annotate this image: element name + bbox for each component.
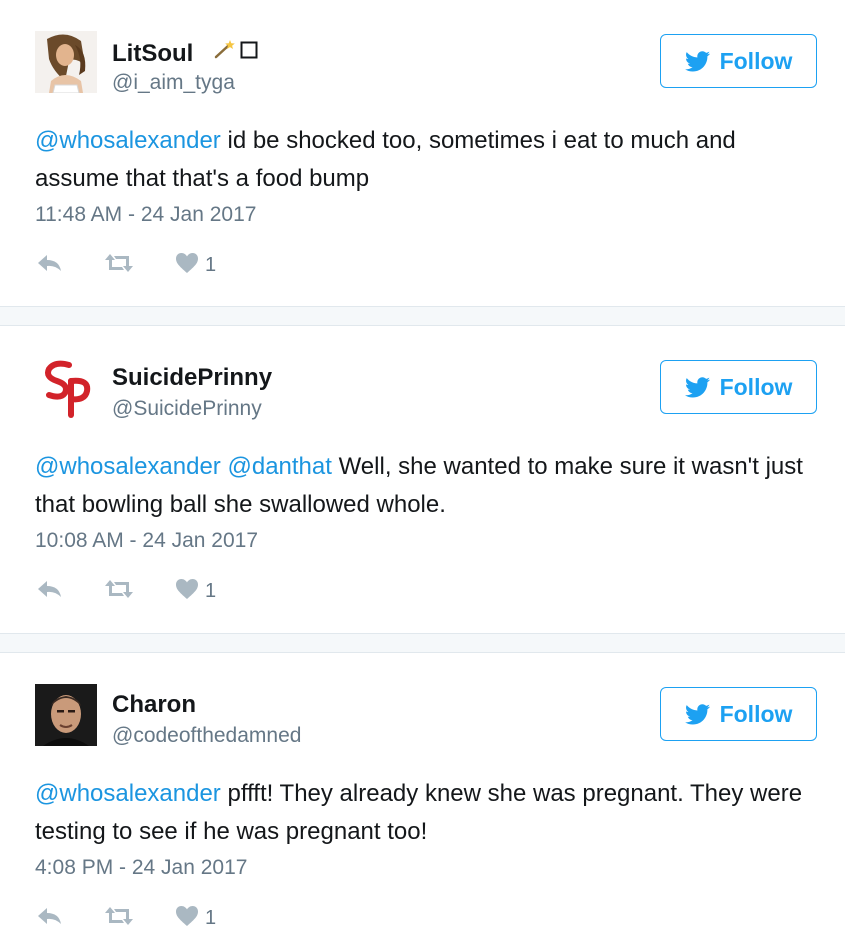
tweet-card: Charon @codeofthedamned Follow @whosalex… [0, 652, 845, 952]
timestamp[interactable]: 10:08 AM - 24 Jan 2017 [35, 528, 258, 554]
handle[interactable]: @i_aim_tyga [112, 70, 235, 96]
follow-label: Follow [719, 47, 793, 74]
retweet-button[interactable] [103, 905, 135, 932]
display-name[interactable]: Charon [112, 691, 196, 719]
like-button[interactable]: 1 [175, 905, 216, 932]
display-name[interactable]: LitSoul [112, 38, 258, 68]
magic-wand-icon [214, 38, 236, 66]
mention-link[interactable]: @danthat [227, 453, 331, 480]
avatar[interactable] [35, 684, 97, 746]
tweet-actions: 1 [35, 250, 256, 280]
follow-button[interactable]: Follow [660, 360, 817, 414]
like-button[interactable]: 1 [175, 252, 216, 279]
heart-icon [175, 252, 199, 279]
like-count: 1 [205, 253, 217, 276]
retweet-button[interactable] [103, 578, 135, 605]
display-name[interactable]: SuicidePrinny [112, 364, 272, 392]
reply-icon [35, 252, 63, 279]
tweet-card: LitSoul @i_aim_tyga Follow @whosalexande… [0, 0, 845, 307]
white-square-icon [240, 38, 258, 66]
retweet-button[interactable] [103, 252, 135, 279]
heart-icon [175, 578, 199, 605]
like-count: 1 [205, 579, 217, 602]
reply-button[interactable] [35, 252, 63, 279]
twitter-bird-icon [684, 703, 710, 725]
tweet-text: @whosalexander pffft! They already knew … [35, 775, 815, 851]
tweet-text: @whosalexander @danthat Well, she wanted… [35, 448, 815, 524]
avatar[interactable] [35, 31, 97, 93]
name-decorations [214, 38, 258, 66]
follow-label: Follow [719, 700, 793, 727]
reply-icon [35, 578, 63, 605]
handle[interactable]: @codeofthedamned [112, 723, 301, 749]
mention-link[interactable]: @whosalexander [35, 127, 221, 154]
mention-link[interactable]: @whosalexander [35, 780, 221, 807]
twitter-bird-icon [684, 376, 710, 398]
tweet-actions: 1 [35, 576, 256, 606]
retweet-icon [103, 905, 135, 932]
tweet-feed: LitSoul @i_aim_tyga Follow @whosalexande… [0, 0, 845, 952]
retweet-icon [103, 252, 135, 279]
twitter-bird-icon [684, 50, 710, 72]
timestamp[interactable]: 4:08 PM - 24 Jan 2017 [35, 855, 247, 881]
reply-button[interactable] [35, 905, 63, 932]
retweet-icon [103, 578, 135, 605]
mention-link[interactable]: @whosalexander [35, 453, 221, 480]
tweet-card: SuicidePrinny @SuicidePrinny Follow @who… [0, 325, 845, 634]
handle[interactable]: @SuicidePrinny [112, 396, 262, 422]
follow-button[interactable]: Follow [660, 687, 817, 741]
reply-button[interactable] [35, 578, 63, 605]
like-count: 1 [205, 906, 217, 929]
avatar[interactable] [35, 357, 97, 419]
tweet-actions: 1 [35, 903, 256, 933]
heart-icon [175, 905, 199, 932]
tweet-text: @whosalexander id be shocked too, someti… [35, 122, 815, 198]
reply-icon [35, 905, 63, 932]
like-button[interactable]: 1 [175, 578, 216, 605]
timestamp[interactable]: 11:48 AM - 24 Jan 2017 [35, 202, 256, 228]
suicideprinny-logo [35, 357, 97, 419]
follow-label: Follow [719, 373, 793, 400]
follow-button[interactable]: Follow [660, 34, 817, 88]
